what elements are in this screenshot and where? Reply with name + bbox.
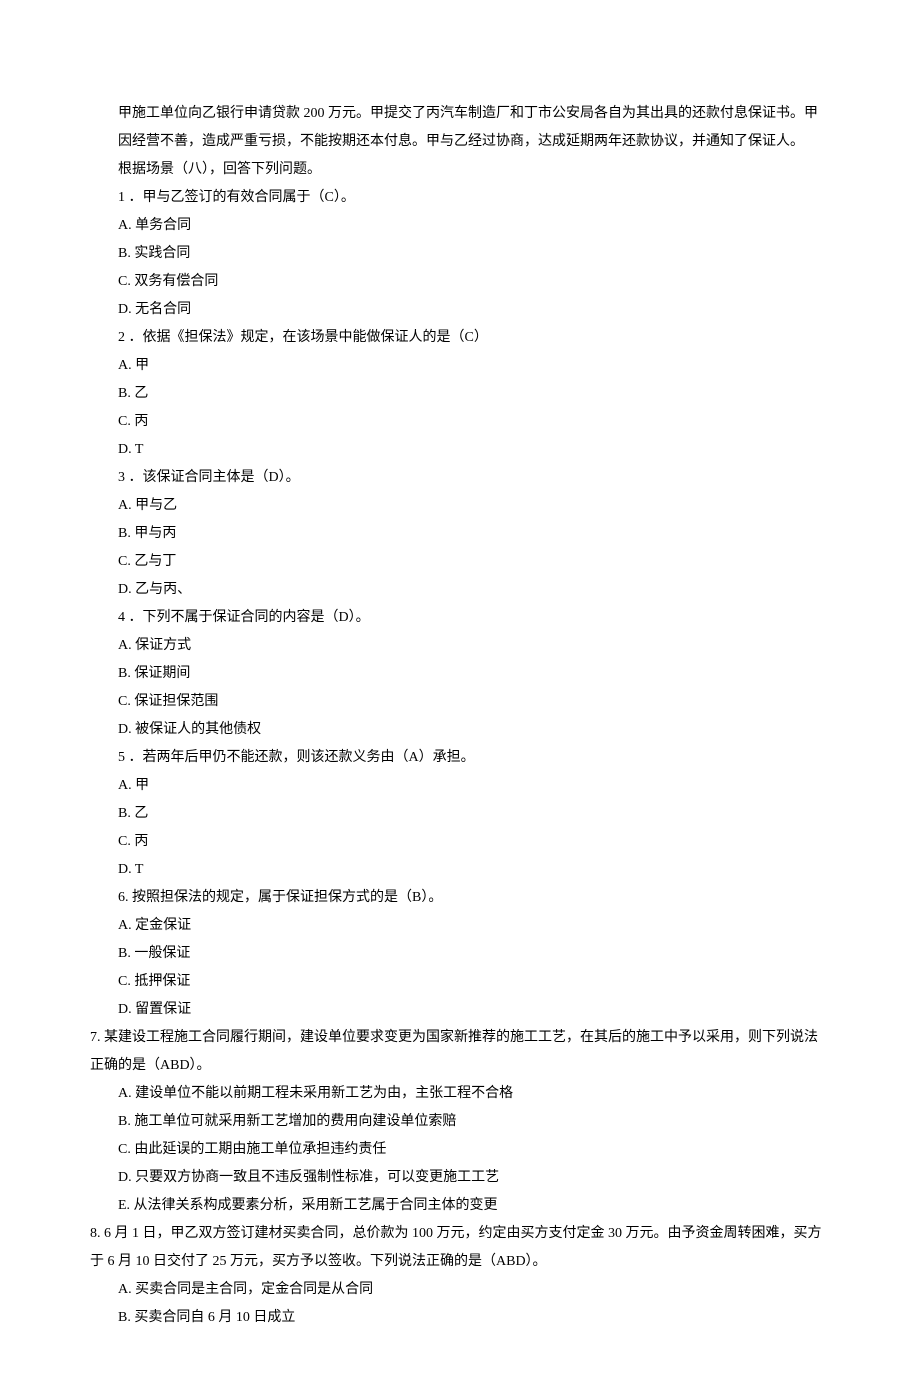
q4-option-b: B. 保证期间: [90, 660, 830, 688]
q6-stem: 6. 按照担保法的规定，属于保证担保方式的是（B）。: [90, 884, 830, 912]
q1-option-b: B. 实践合同: [90, 240, 830, 268]
q4-stem: 4 ．下列不属于保证合同的内容是（D）。: [90, 604, 830, 632]
q6-option-c: C. 抵押保证: [90, 968, 830, 996]
q8-option-b: B. 买卖合同自 6 月 10 日成立: [90, 1304, 830, 1332]
q5-option-a: A. 甲: [90, 772, 830, 800]
scenario-paragraph-1: 甲施工单位向乙银行申请贷款 200 万元。甲提交了丙汽车制造厂和丁市公安局各自为…: [118, 100, 830, 156]
q2-option-a: A. 甲: [90, 352, 830, 380]
q7-option-d: D. 只要双方协商一致且不违反强制性标准，可以变更施工工艺: [90, 1164, 830, 1192]
q4-option-d: D. 被保证人的其他债权: [90, 716, 830, 744]
q3-option-d: D. 乙与丙、: [90, 576, 830, 604]
q7-option-b: B. 施工单位可就采用新工艺增加的费用向建设单位索赔: [90, 1108, 830, 1136]
q6-option-d: D. 留置保证: [90, 996, 830, 1024]
q5-stem: 5 ．若两年后甲仍不能还款，则该还款义务由（A）承担。: [90, 744, 830, 772]
q4-option-a: A. 保证方式: [90, 632, 830, 660]
q5-option-c: C. 丙: [90, 828, 830, 856]
q3-option-b: B. 甲与丙: [90, 520, 830, 548]
q5-option-b: B. 乙: [90, 800, 830, 828]
q7-stem: 7. 某建设工程施工合同履行期间，建设单位要求变更为国家新推荐的施工工艺，在其后…: [90, 1024, 830, 1080]
scenario-paragraph-2: 根据场景（八），回答下列问题。: [90, 156, 830, 184]
q1-option-d: D. 无名合同: [90, 296, 830, 324]
q6-option-a: A. 定金保证: [90, 912, 830, 940]
q3-stem: 3 ．该保证合同主体是（D）。: [90, 464, 830, 492]
q5-option-d: D. T: [90, 856, 830, 884]
q8-stem: 8. 6 月 1 日，甲乙双方签订建材买卖合同，总价款为 100 万元，约定由买…: [90, 1220, 830, 1276]
q1-stem: 1 ．甲与乙签订的有效合同属于（C）。: [90, 184, 830, 212]
q7-option-c: C. 由此延误的工期由施工单位承担违约责任: [90, 1136, 830, 1164]
q2-option-d: D. T: [90, 436, 830, 464]
q2-option-b: B. 乙: [90, 380, 830, 408]
q3-option-c: C. 乙与丁: [90, 548, 830, 576]
q2-stem: 2 ．依据《担保法》规定，在该场景中能做保证人的是（C）: [90, 324, 830, 352]
q7-option-a: A. 建设单位不能以前期工程未采用新工艺为由，主张工程不合格: [90, 1080, 830, 1108]
q2-option-c: C. 丙: [90, 408, 830, 436]
q4-option-c: C. 保证担保范围: [90, 688, 830, 716]
q6-option-b: B. 一般保证: [90, 940, 830, 968]
q7-option-e: E. 从法律关系构成要素分析，采用新工艺属于合同主体的变更: [90, 1192, 830, 1220]
q3-option-a: A. 甲与乙: [90, 492, 830, 520]
q8-option-a: A. 买卖合同是主合同，定金合同是从合同: [90, 1276, 830, 1304]
q1-option-c: C. 双务有偿合同: [90, 268, 830, 296]
q1-option-a: A. 单务合同: [90, 212, 830, 240]
